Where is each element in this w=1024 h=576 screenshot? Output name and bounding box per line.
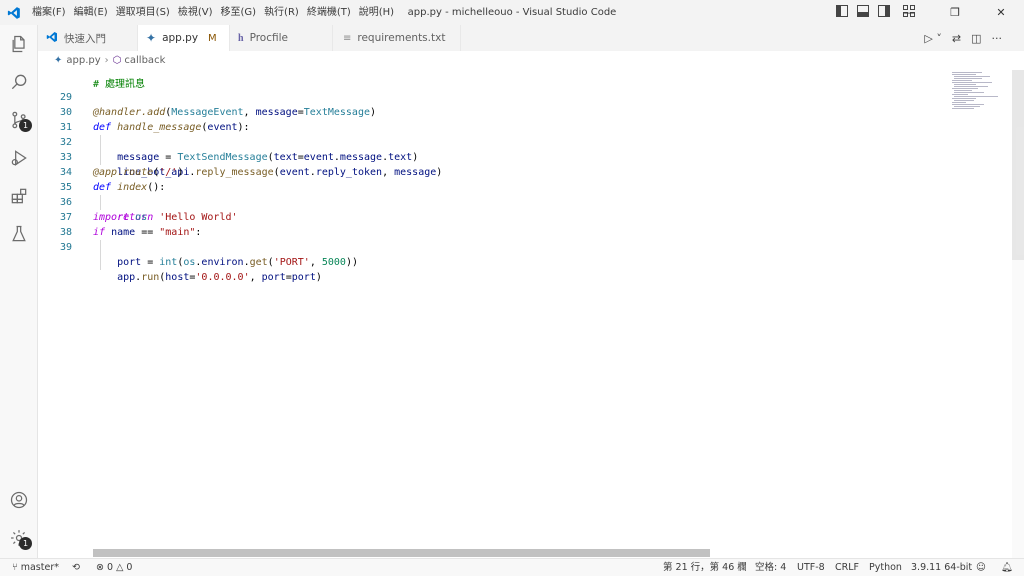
minimize-button[interactable]: — xyxy=(886,0,932,25)
symbol-method-icon: ⬡ xyxy=(112,55,122,66)
branch-indicator[interactable]: ⑂ master* xyxy=(12,559,59,576)
warning-icon: △ xyxy=(116,562,124,573)
testing-button[interactable] xyxy=(0,217,38,251)
code-line: 37 if name == "main": xyxy=(38,195,948,238)
tab-app-py[interactable]: ✦ app.py M xyxy=(138,25,230,51)
code-line: 31 message = TextSendMessage(text=event.… xyxy=(38,105,948,163)
vscode-logo-icon xyxy=(0,0,28,25)
git-branch-icon: ⑂ xyxy=(12,562,18,573)
sync-icon[interactable]: ⟲ xyxy=(72,559,80,576)
close-button[interactable]: ✕ xyxy=(978,0,1024,25)
search-button[interactable] xyxy=(0,65,38,99)
open-changes-icon[interactable]: ⇄ xyxy=(952,32,961,45)
code-line: 39 app.run(host='0.0.0.0', port=port) xyxy=(38,225,948,283)
extensions-icon xyxy=(11,188,27,204)
activity-bar: 1 1 xyxy=(0,25,38,558)
tab-label: 快速入門 xyxy=(64,32,106,45)
code-text: port = int(os.environ.get('PORT', 5000)) xyxy=(117,257,359,268)
explorer-button[interactable] xyxy=(0,27,38,61)
indentation[interactable]: 空格: 4 xyxy=(755,559,786,576)
cursor-position[interactable]: 第 21 行，第 46 欄 xyxy=(663,559,747,576)
files-icon xyxy=(12,35,25,53)
problems-indicator[interactable]: ⊗ 0 △ 0 xyxy=(96,559,132,576)
breadcrumb: ✦ app.py › ⬡ callback xyxy=(38,51,948,70)
toggle-sidebar-icon[interactable] xyxy=(836,5,848,17)
split-editor-icon[interactable]: ◫ xyxy=(971,32,981,45)
branch-name: master* xyxy=(20,562,59,573)
tab-procfile[interactable]: h Procfile xyxy=(230,25,333,51)
menu-file[interactable]: 檔案(F) xyxy=(28,0,70,25)
breadcrumb-separator: › xyxy=(104,55,109,66)
toggle-panel-icon[interactable] xyxy=(857,5,869,17)
line-number: 39 xyxy=(59,242,72,253)
feedback-icon[interactable]: ☺ xyxy=(976,559,986,576)
editor-tabs: 快速入門 ✦ app.py M h Procfile ≡ requirement… xyxy=(38,25,1024,51)
settings-badge: 1 xyxy=(19,537,32,550)
warning-count: 0 xyxy=(126,562,133,573)
code-line: 38 port = int(os.environ.get('PORT', 500… xyxy=(38,210,948,268)
modified-indicator: M xyxy=(208,32,217,44)
vscode-icon xyxy=(46,31,58,46)
editor-actions: ▷ ˅ ⇄ ◫ ··· xyxy=(924,25,1002,51)
more-actions-icon[interactable]: ··· xyxy=(992,32,1003,45)
heroku-icon: h xyxy=(238,32,244,44)
code-line: 30 def handle_message(event): xyxy=(38,90,948,133)
bell-icon[interactable]: 🔔︎ xyxy=(1001,559,1013,576)
code-line: 35 return 'Hello World' xyxy=(38,165,948,223)
code-line: 29 @handler.add(MessageEvent, message=Te… xyxy=(38,75,948,118)
source-control-button[interactable]: 1 xyxy=(0,103,38,137)
menu-help[interactable]: 說明(H) xyxy=(355,0,398,25)
source-control-badge: 1 xyxy=(19,119,32,132)
error-count: 0 xyxy=(107,562,114,573)
menu-run[interactable]: 執行(R) xyxy=(260,0,303,25)
code-line: 36 import os xyxy=(38,180,948,223)
menu-bar: 檔案(F) 編輯(E) 選取項目(S) 檢視(V) 移至(G) 執行(R) 終端… xyxy=(28,0,398,25)
tab-requirements[interactable]: ≡ requirements.txt xyxy=(333,25,461,51)
code-line: 32 line_bot_api.reply_message(event.repl… xyxy=(38,120,948,178)
code-line: 33 @app.route('/') xyxy=(38,135,948,178)
status-bar: ⑂ master* ⟲ ⊗ 0 △ 0 第 21 行，第 46 欄 空格: 4 … xyxy=(0,558,1024,576)
tab-label: requirements.txt xyxy=(357,32,446,44)
code-line: 34 def index(): xyxy=(38,150,948,193)
text-file-icon: ≡ xyxy=(343,32,352,44)
menu-selection[interactable]: 選取項目(S) xyxy=(112,0,174,25)
horizontal-scrollbar-thumb[interactable] xyxy=(93,549,710,557)
language-mode[interactable]: Python xyxy=(869,559,902,576)
menu-terminal[interactable]: 終端機(T) xyxy=(303,0,355,25)
code-editor[interactable]: # 處理訊息 29 @handler.add(MessageEvent, mes… xyxy=(38,70,948,558)
python-interpreter[interactable]: 3.9.11 64-bit xyxy=(911,559,972,576)
tab-label: app.py xyxy=(162,32,199,44)
vertical-scrollbar-thumb[interactable] xyxy=(1012,70,1024,260)
accounts-button[interactable] xyxy=(0,483,38,517)
run-python-icon[interactable]: ▷ ˅ xyxy=(924,32,941,45)
end-of-line[interactable]: CRLF xyxy=(835,559,859,576)
breadcrumb-symbol[interactable]: callback xyxy=(124,55,165,66)
vscode-window: 檔案(F) 編輯(E) 選取項目(S) 檢視(V) 移至(G) 執行(R) 終端… xyxy=(0,0,1024,576)
manage-button[interactable]: 1 xyxy=(0,521,38,555)
tab-label: Procfile xyxy=(249,32,288,44)
indent-guide xyxy=(100,255,101,270)
encoding[interactable]: UTF-8 xyxy=(797,559,825,576)
extensions-button[interactable] xyxy=(0,179,38,213)
title-bar: 檔案(F) 編輯(E) 選取項目(S) 檢視(V) 移至(G) 執行(R) 終端… xyxy=(0,0,1024,25)
search-icon xyxy=(11,74,27,90)
code-text: app.run(host='0.0.0.0', port=port) xyxy=(117,272,322,283)
python-icon: ✦ xyxy=(146,31,157,45)
window-controls: — ❐ ✕ xyxy=(886,0,1024,25)
menu-go[interactable]: 移至(G) xyxy=(217,0,261,25)
flask-icon xyxy=(12,225,26,242)
run-debug-icon xyxy=(11,150,27,166)
indent-guide xyxy=(100,240,101,255)
breadcrumb-file[interactable]: app.py xyxy=(66,55,100,66)
tab-welcome[interactable]: 快速入門 xyxy=(38,25,138,51)
python-icon: ✦ xyxy=(54,55,63,66)
minimap[interactable] xyxy=(948,70,1012,558)
menu-edit[interactable]: 編輯(E) xyxy=(70,0,112,25)
menu-view[interactable]: 檢視(V) xyxy=(174,0,217,25)
error-icon: ⊗ xyxy=(96,562,104,573)
account-icon xyxy=(10,491,28,509)
run-debug-button[interactable] xyxy=(0,141,38,175)
restore-button[interactable]: ❐ xyxy=(932,0,978,25)
